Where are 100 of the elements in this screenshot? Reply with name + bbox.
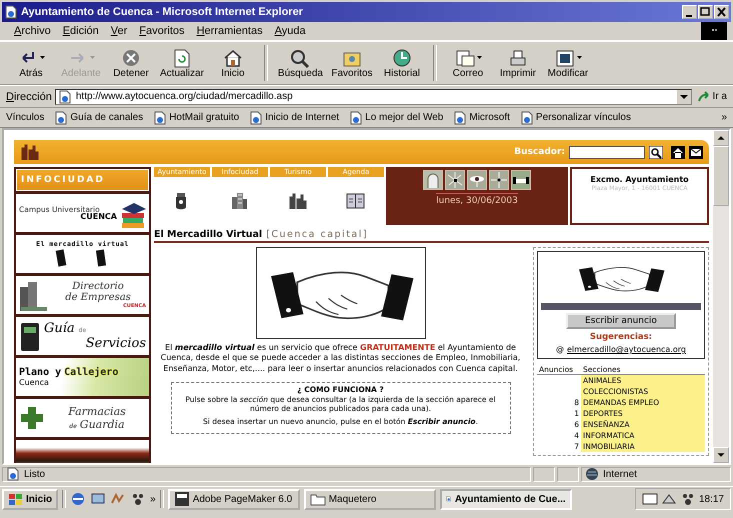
globe-icon [585, 467, 599, 481]
taskbar-button[interactable]: Ayuntamiento de Cue... [440, 488, 572, 510]
address-label: Dirección [6, 90, 52, 102]
banner-text: Guardia [80, 418, 125, 431]
toolbar-button[interactable]: Actualizar [156, 46, 208, 80]
link-item[interactable]: Microsoft [453, 110, 510, 124]
close-icon[interactable] [714, 5, 729, 19]
logo-icon[interactable] [20, 142, 40, 162]
ie-page-icon [153, 110, 168, 124]
window-title: Ayuntamiento de Cuenca - Microsoft Internet Explorer [21, 6, 304, 18]
banner-text: Directorio [72, 281, 124, 292]
address-box[interactable]: http://www.aytocuenca.org/ciudad/mercadillo.asp [54, 88, 692, 104]
banner-text: Farmacias [68, 405, 126, 418]
menu-item[interactable]: Herramientas [196, 25, 263, 37]
banner-text: Servicios [86, 336, 146, 351]
scrollbar[interactable] [713, 130, 729, 463]
history-clock-icon [390, 48, 413, 68]
heading-link[interactable]: [Cuenca capital] [266, 229, 368, 240]
buildings-drawing-icon[interactable] [230, 191, 250, 211]
book-icon[interactable] [346, 191, 366, 211]
toolbar-button[interactable]: Historial [376, 46, 427, 80]
banner-text: Plano y [19, 367, 62, 378]
date-text: lunes, 30/06/2003 [436, 193, 518, 206]
mail-icon [454, 48, 476, 68]
menu-item[interactable]: Archivo [14, 25, 51, 37]
menu-item[interactable]: Edición [62, 25, 99, 37]
go-button[interactable]: Ir a [694, 90, 729, 103]
ie-icon[interactable] [70, 491, 86, 507]
ie-page-icon [520, 110, 534, 124]
mail-icon[interactable] [689, 146, 703, 158]
windows-flag-icon [8, 492, 23, 506]
ie-page-icon [4, 5, 18, 19]
logo-icon[interactable] [288, 191, 308, 211]
link-item[interactable]: Guía de canales [54, 110, 144, 124]
banner-text: de Empresas [65, 292, 131, 303]
scroll-up-icon[interactable] [713, 130, 729, 146]
toolbar-button[interactable]: Favoritos [326, 46, 377, 80]
status-panel [533, 466, 555, 482]
banner-link[interactable]: Plano y Callejero Cuenca [16, 358, 149, 396]
intro-paragraph: El mercadillo virtual es un servicio que ofrece GRATUITAMENTE el Ayuntamiento de Cuenca, desde el que se puede acceder a las distintas secciones de Empleo, Inmobiliaria, Enseñanza, Motor, etc,.... para leer o insertar anuncios relacionados con Cuenca capital. [160, 343, 522, 374]
search-field[interactable] [569, 146, 645, 158]
toolbar-button[interactable]: Atrás [6, 46, 56, 80]
toolbar-button[interactable]: Imprimir [492, 46, 543, 80]
link-item[interactable]: Lo mejor del Web [349, 110, 444, 124]
links-label: Vínculos [6, 112, 44, 123]
link-item[interactable]: Inicio de Internet [249, 110, 340, 124]
menu-item[interactable]: Ver [110, 25, 128, 37]
ie-page-icon [249, 110, 264, 124]
email-link[interactable]: elmercadillo@aytocuenca.org [566, 345, 686, 354]
go-arrow-icon [696, 90, 711, 103]
handshake-thumbnail[interactable] [511, 170, 531, 190]
page-heading: El Mercadillo Virtual [154, 229, 262, 240]
eye-thumbnail[interactable] [467, 170, 487, 190]
suggestions-label: Sugerencias: [590, 332, 652, 342]
status-panel [557, 466, 579, 482]
pharmacy-cross-icon [19, 405, 45, 431]
stop-icon [120, 48, 142, 68]
pagemaker-icon [174, 491, 190, 507]
buildings-icon [19, 279, 47, 311]
banner-text: Guía [44, 321, 75, 336]
arch-thumbnail[interactable] [423, 170, 443, 190]
search-icon [289, 48, 312, 68]
ie-page-icon [453, 110, 468, 124]
council-name: Excmo. Ayuntamiento [590, 175, 689, 184]
ie-page-icon [349, 110, 364, 124]
toolbar-button[interactable]: Búsqueda [274, 46, 327, 80]
search-label: Buscador: [514, 147, 565, 157]
zone-text: Internet [603, 468, 637, 480]
taskbar-button[interactable]: Maquetero [304, 488, 436, 510]
banner-text: Cuenca [19, 378, 50, 387]
home-icon[interactable] [671, 146, 685, 158]
cross-thumbnail[interactable] [489, 170, 509, 190]
banner-text: CUENCA [80, 212, 117, 221]
home-icon [222, 48, 244, 68]
search-icon[interactable] [649, 146, 663, 158]
ie-page-icon [54, 110, 68, 124]
clock: 18:17 [698, 494, 724, 504]
taskbar-button[interactable]: Adobe PageMaker 6.0 [168, 488, 300, 510]
link-item[interactable]: Personalizar vínculos [520, 110, 631, 124]
ie-page-icon [58, 90, 72, 104]
toolbar-button[interactable]: Correo [442, 46, 493, 80]
map-thumbnail[interactable] [445, 170, 465, 190]
quick-launch-chevron[interactable]: » [150, 494, 156, 504]
document-edit-icon [554, 48, 576, 68]
write-ad-button[interactable]: Escribir anuncio [566, 313, 676, 329]
toolbar-button[interactable]: Inicio [208, 46, 258, 80]
section-title: INFOCIUDAD [16, 169, 149, 191]
maximize-icon[interactable] [698, 5, 713, 19]
toolbar-button[interactable]: Modificar [542, 46, 593, 80]
banner-text: Callejero [64, 367, 118, 378]
start-button[interactable]: Inicio [2, 488, 58, 510]
more-links-chevron[interactable]: » [721, 112, 727, 123]
menu-item[interactable]: Favoritos [139, 25, 185, 37]
link-item[interactable]: HotMail gratuito [153, 110, 240, 124]
at-sign: @ [556, 345, 564, 354]
scroll-thumb[interactable] [713, 146, 729, 206]
toolbar-button[interactable]: Detener [106, 46, 156, 80]
minimize-icon[interactable] [682, 5, 697, 19]
menu-item[interactable]: Ayuda [274, 25, 306, 37]
scroll-down-icon[interactable] [713, 447, 729, 463]
